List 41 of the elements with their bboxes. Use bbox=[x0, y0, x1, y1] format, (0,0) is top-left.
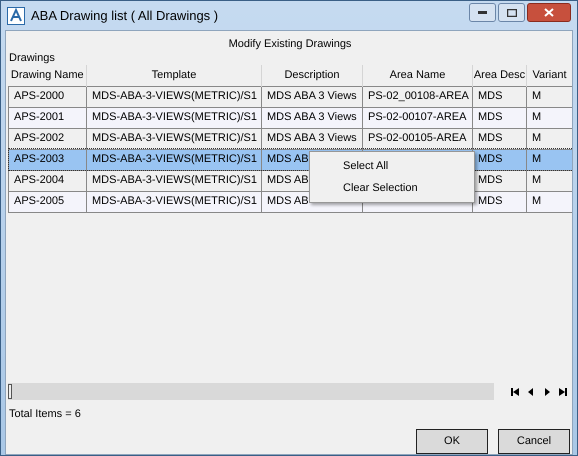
table-cell: APS-2001 bbox=[8, 107, 86, 128]
dialog-button[interactable]: OK bbox=[416, 428, 488, 454]
close-icon bbox=[544, 8, 554, 17]
dialog-button[interactable]: Cancel bbox=[498, 428, 570, 454]
scrollbar-thumb[interactable] bbox=[8, 384, 12, 399]
table-cell: MDS bbox=[472, 107, 526, 128]
table-cell: MDS ABA 3 Views bbox=[262, 86, 362, 107]
table-cell: APS-2000 bbox=[8, 86, 86, 107]
table-cell: MDS bbox=[472, 86, 526, 107]
column-header[interactable]: Template bbox=[86, 65, 262, 86]
total-items-label: Total Items = 6 bbox=[9, 407, 82, 422]
close-button[interactable] bbox=[527, 3, 571, 22]
minimize-icon bbox=[478, 11, 487, 14]
column-header[interactable]: Area Desc bbox=[472, 65, 526, 86]
table-row[interactable]: APS-2002 MDS-ABA-3-VIEWS(METRIC)/S1 MDS ABA 3 Views PS-02-00105-AREA MDS M bbox=[8, 128, 572, 149]
section-heading: Modify Existing Drawings bbox=[228, 37, 352, 51]
table-cell: M bbox=[526, 86, 572, 107]
table-row[interactable]: APS-2000 MDS-ABA-3-VIEWS(METRIC)/S1 MDS ABA 3 Views PS-02_00108-AREA MDS M bbox=[8, 86, 572, 107]
table-cell: MDS-ABA-3-VIEWS(METRIC)/S1 bbox=[86, 191, 262, 212]
minimize-button[interactable] bbox=[469, 3, 496, 22]
column-header[interactable]: Drawing Name bbox=[8, 65, 86, 86]
table-cell: APS-2003 bbox=[8, 149, 86, 170]
table-cell: PS-02-00107-AREA bbox=[362, 107, 472, 128]
group-label: Drawings bbox=[9, 51, 56, 65]
table-cell: APS-2005 bbox=[8, 191, 86, 212]
app-logo-icon bbox=[7, 6, 25, 24]
table-cell: APS-2004 bbox=[8, 170, 86, 191]
table-cell: MDS ABA 3 Views bbox=[262, 107, 362, 128]
maximize-icon bbox=[506, 8, 516, 16]
table-row[interactable]: APS-2001 MDS-ABA-3-VIEWS(METRIC)/S1 MDS ABA 3 Views PS-02-00107-AREA MDS M bbox=[8, 107, 572, 128]
table-cell: MDS-ABA-3-VIEWS(METRIC)/S1 bbox=[86, 107, 262, 128]
column-header[interactable]: Variant bbox=[526, 65, 572, 86]
table-cell: PS-02_00108-AREA bbox=[362, 86, 472, 107]
column-header[interactable]: Area Name bbox=[362, 65, 472, 86]
table-cell: MDS-ABA-3-VIEWS(METRIC)/S1 bbox=[86, 149, 262, 170]
table-cell: MDS-ABA-3-VIEWS(METRIC)/S1 bbox=[86, 170, 262, 191]
window-title: ABA Drawing list ( All Drawings ) bbox=[31, 6, 218, 25]
scrollbar-track[interactable] bbox=[8, 383, 494, 400]
table-cell: MDS-ABA-3-VIEWS(METRIC)/S1 bbox=[86, 86, 262, 107]
column-header[interactable]: Description bbox=[262, 65, 362, 86]
maximize-button[interactable] bbox=[498, 3, 525, 22]
